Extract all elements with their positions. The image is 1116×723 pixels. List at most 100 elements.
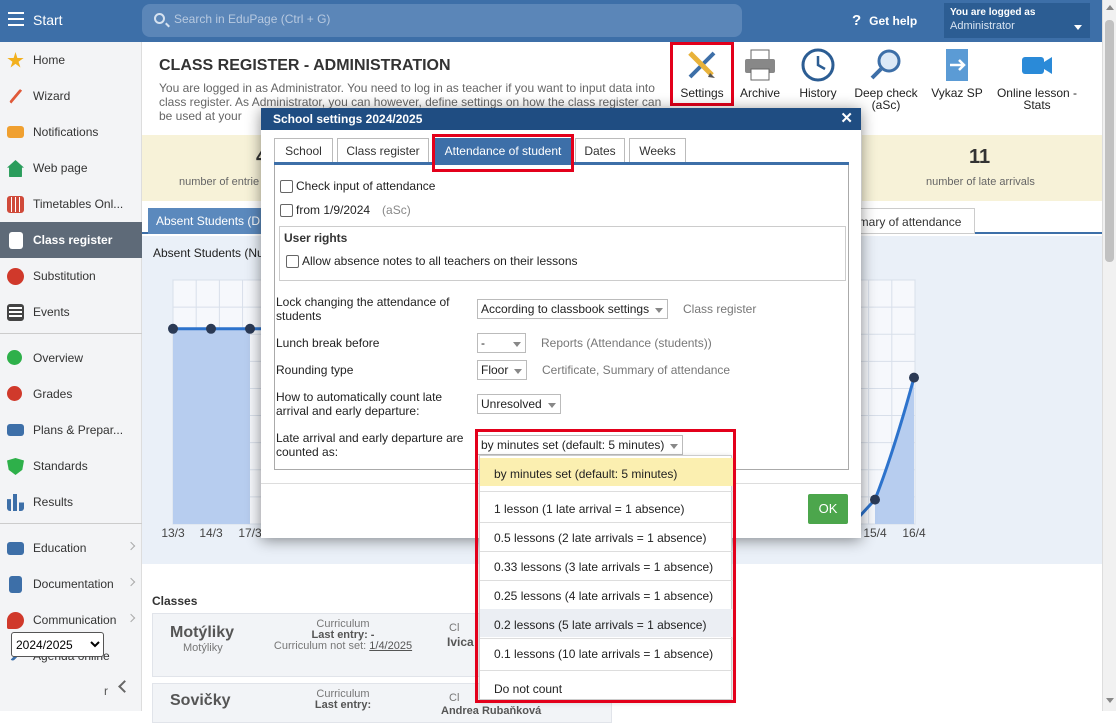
vykaz-sp-button[interactable]: Vykaz SP xyxy=(929,47,985,99)
history-button[interactable]: History xyxy=(794,47,842,99)
checkbox-box[interactable] xyxy=(286,254,299,268)
auto-count-select[interactable]: Unresolved xyxy=(477,394,561,414)
curriculum-not-set: Curriculum not set: xyxy=(273,640,370,652)
from-date-checkbox[interactable]: from 1/9/2024 (aSc) xyxy=(280,203,411,217)
lunch-note: Reports (Attendance (students)) xyxy=(541,336,712,350)
area-fill xyxy=(173,328,250,524)
search-icon xyxy=(154,13,165,24)
school-year-select[interactable]: 2024/2025 xyxy=(11,632,104,657)
ok-button[interactable]: OK xyxy=(808,494,848,524)
printer-icon xyxy=(742,47,778,83)
sidebar-truncated-text: r xyxy=(104,684,108,698)
sidebar-item-documentation[interactable]: Documentation xyxy=(0,566,142,602)
tab-school[interactable]: School xyxy=(274,138,333,162)
lock-label-line1: Lock changing the attendance of xyxy=(276,295,450,309)
lunch-label: Lunch break before xyxy=(276,336,380,350)
envelope-icon xyxy=(7,126,24,138)
sidebar-item-substitution[interactable]: Substitution xyxy=(0,258,142,294)
archive-button[interactable]: Archive xyxy=(736,47,784,99)
check-input-label: Check input of attendance xyxy=(296,179,436,193)
checkbox-box[interactable] xyxy=(280,179,293,193)
sidebar-item-events[interactable]: Events xyxy=(0,294,142,330)
page-scrollbar[interactable] xyxy=(1102,0,1116,711)
export-icon xyxy=(939,47,975,83)
book-icon xyxy=(7,542,24,555)
video-camera-icon xyxy=(1019,47,1055,83)
sidebar-item-timetables[interactable]: Timetables Onl... xyxy=(0,186,142,222)
sidebar-item-notifications[interactable]: Notifications xyxy=(0,114,142,150)
sidebar-item-label: Class register xyxy=(33,233,113,247)
user-rights-group: User rights Allow absence notes to all t… xyxy=(279,226,846,281)
lock-select[interactable]: According to classbook settings xyxy=(477,299,668,319)
checkbox-box[interactable] xyxy=(280,203,293,217)
rounding-select[interactable]: Floor xyxy=(477,360,527,380)
deep-check-button[interactable]: Deep check (aSc) xyxy=(851,47,921,111)
sidebar-item-web-page[interactable]: Web page xyxy=(0,150,142,186)
sidebar-item-home[interactable]: Home xyxy=(0,42,142,78)
data-point xyxy=(206,323,216,334)
sidebar-item-grades[interactable]: Grades xyxy=(0,376,142,412)
scroll-up-icon[interactable] xyxy=(1106,5,1114,10)
sidebar-item-label: Standards xyxy=(33,459,88,473)
wand-icon xyxy=(9,88,23,105)
tab-weeks[interactable]: Weeks xyxy=(629,138,686,162)
close-icon[interactable]: ✕ xyxy=(840,109,853,127)
sidebar-item-plans[interactable]: Plans & Prepar... xyxy=(0,412,142,448)
sidebar-item-label: Plans & Prepar... xyxy=(33,423,124,437)
curriculum-date-link[interactable]: 1/4/2025 xyxy=(369,640,412,652)
user-role: Administrator xyxy=(950,20,1015,32)
teacher-label: Cl xyxy=(449,622,460,634)
get-help-button[interactable]: ? Get help xyxy=(852,12,917,29)
tab-summary-attendance[interactable]: Summary of attendance xyxy=(847,208,975,234)
class-teacher: Ivica xyxy=(447,635,474,649)
allow-notes-checkbox[interactable]: Allow absence notes to all teachers on t… xyxy=(286,254,578,268)
scroll-thumb[interactable] xyxy=(1105,20,1114,262)
sidebar-item-wizard[interactable]: Wizard xyxy=(0,78,142,114)
sidebar-item-label: Web page xyxy=(33,161,88,175)
sidebar-item-education[interactable]: Education xyxy=(0,530,142,566)
page-title: CLASS REGISTER - ADMINISTRATION xyxy=(159,57,451,74)
scroll-down-icon[interactable] xyxy=(1106,698,1114,703)
x-tick-label: 16/4 xyxy=(902,526,926,540)
stat-entries: 4 number of entrie xyxy=(142,135,272,201)
sidebar-item-label: Notifications xyxy=(33,125,99,139)
sidebar-item-label: Communication xyxy=(33,613,117,627)
late-count-line1: Late arrival and early departure are xyxy=(276,431,464,445)
lock-label: Lock changing the attendance of students xyxy=(276,295,449,323)
timetable-icon xyxy=(7,196,24,213)
tab-class-register[interactable]: Class register xyxy=(337,138,429,162)
search-box[interactable] xyxy=(142,4,742,37)
sidebar: Home Wizard Notifications Web page Timet… xyxy=(0,42,142,711)
sidebar-item-label: Substitution xyxy=(33,269,96,283)
last-entry: Last entry: xyxy=(314,699,372,711)
allow-notes-label: Allow absence notes to all teachers on t… xyxy=(302,254,578,268)
late-count-line2: counted as: xyxy=(276,445,339,459)
sidebar-item-results[interactable]: Results xyxy=(0,484,142,520)
lunch-select[interactable]: - xyxy=(477,333,526,353)
class-name: Motýliky xyxy=(170,624,235,641)
sidebar-item-label: Home xyxy=(33,53,66,67)
sidebar-item-overview[interactable]: Overview xyxy=(0,340,142,376)
user-account-dropdown[interactable]: You are logged as Administrator xyxy=(944,3,1090,38)
search-input[interactable] xyxy=(174,12,574,26)
online-lesson-stats-button[interactable]: Online lesson - Stats xyxy=(993,47,1081,111)
start-link[interactable]: Start xyxy=(33,12,63,28)
sidebar-item-label: Wizard xyxy=(33,89,71,103)
lock-note: Class register xyxy=(683,302,757,316)
check-input-checkbox[interactable]: Check input of attendance xyxy=(280,179,435,193)
x-tick-label: 17/3 xyxy=(238,526,262,540)
logged-as-label: You are logged as xyxy=(950,7,1036,18)
sidebar-item-standards[interactable]: Standards xyxy=(0,448,142,484)
menu-icon[interactable] xyxy=(8,12,24,26)
user-rights-heading: User rights xyxy=(284,231,348,245)
sidebar-item-class-register[interactable]: Class register xyxy=(0,222,142,258)
tab-dates[interactable]: Dates xyxy=(575,138,625,162)
archive-label: Archive xyxy=(739,86,780,100)
chevron-right-icon xyxy=(126,613,136,623)
collapse-sidebar-icon[interactable] xyxy=(118,680,131,693)
x-tick-label: 13/3 xyxy=(161,526,185,540)
document-icon xyxy=(9,576,22,593)
sidebar-divider xyxy=(0,333,142,334)
attendance-settings-panel: Check input of attendance from 1/9/2024 (… xyxy=(274,165,849,470)
tab-absent-students[interactable]: Absent Students (D xyxy=(148,208,268,234)
